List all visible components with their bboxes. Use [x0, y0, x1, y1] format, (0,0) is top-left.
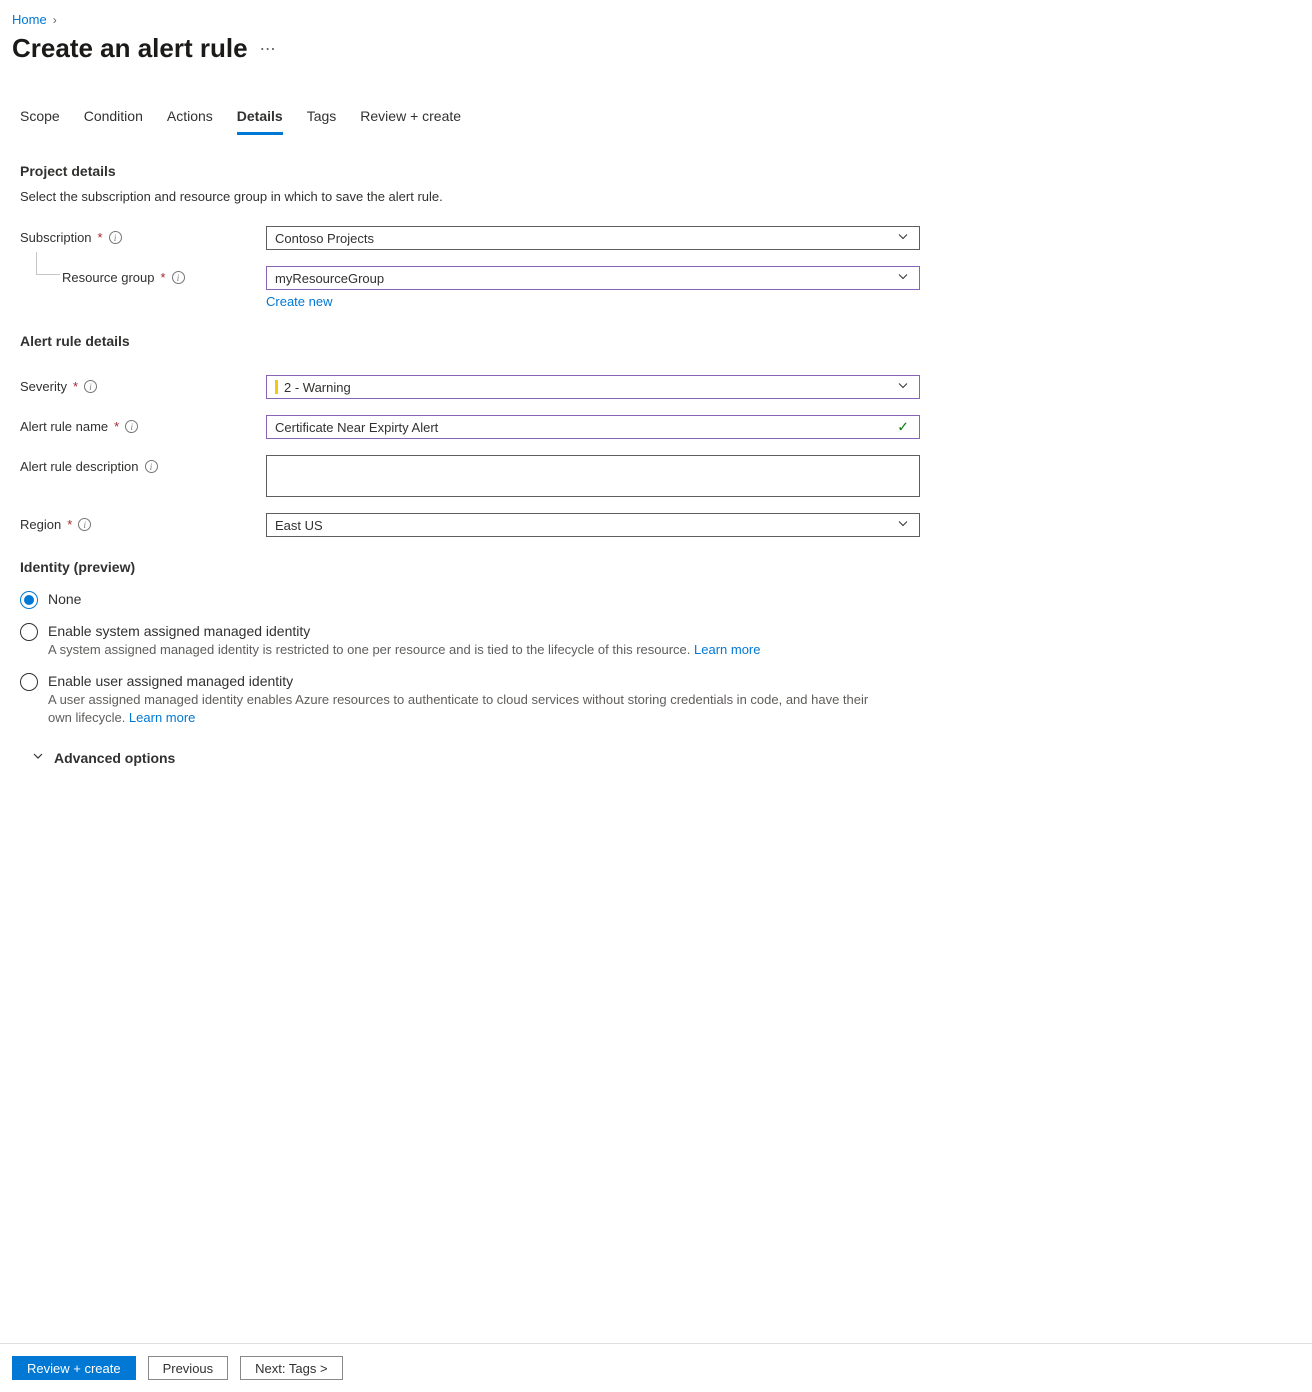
advanced-options-toggle[interactable]: Advanced options — [12, 750, 1292, 766]
subscription-label: Subscription — [20, 230, 92, 245]
severity-color-bar — [275, 380, 278, 394]
next-button[interactable]: Next: Tags > — [240, 1356, 342, 1380]
learn-more-link[interactable]: Learn more — [129, 710, 195, 725]
required-mark: * — [161, 270, 166, 285]
tab-condition[interactable]: Condition — [84, 108, 143, 135]
chevron-down-icon — [897, 380, 909, 395]
region-dropdown[interactable]: East US — [266, 513, 920, 537]
identity-heading: Identity (preview) — [12, 559, 1292, 575]
check-icon: ✓ — [897, 419, 909, 436]
severity-label: Severity — [20, 379, 67, 394]
identity-user-label: Enable user assigned managed identity — [48, 673, 878, 689]
alert-rule-desc-label: Alert rule description — [20, 459, 139, 474]
info-icon[interactable]: i — [78, 518, 91, 531]
more-actions-icon[interactable]: ⋯ — [260, 39, 277, 59]
identity-none-label: None — [48, 591, 81, 607]
identity-system-radio[interactable] — [20, 623, 38, 641]
advanced-options-label: Advanced options — [54, 750, 175, 766]
alert-rule-details-heading: Alert rule details — [12, 333, 1292, 349]
tab-tags[interactable]: Tags — [307, 108, 337, 135]
learn-more-link[interactable]: Learn more — [694, 642, 760, 657]
identity-system-label: Enable system assigned managed identity — [48, 623, 760, 639]
resource-group-value: myResourceGroup — [275, 271, 384, 286]
identity-system-desc: A system assigned managed identity is re… — [48, 641, 760, 659]
alert-rule-name-value: Certificate Near Expirty Alert — [275, 420, 438, 435]
region-value: East US — [275, 518, 323, 533]
chevron-down-icon — [897, 231, 909, 246]
identity-none-radio[interactable] — [20, 591, 38, 609]
breadcrumb-home[interactable]: Home — [12, 12, 47, 27]
info-icon[interactable]: i — [109, 231, 122, 244]
tab-details[interactable]: Details — [237, 108, 283, 135]
resource-group-dropdown[interactable]: myResourceGroup — [266, 266, 920, 290]
resource-group-label: Resource group — [62, 270, 155, 285]
info-icon[interactable]: i — [125, 420, 138, 433]
page-title: Create an alert rule — [12, 33, 248, 64]
breadcrumb: Home › — [12, 12, 1292, 27]
tab-scope[interactable]: Scope — [20, 108, 60, 135]
project-details-heading: Project details — [12, 163, 1292, 179]
tab-bar: Scope Condition Actions Details Tags Rev… — [12, 108, 1292, 135]
footer-bar: Review + create Previous Next: Tags > — [0, 1343, 1312, 1392]
alert-rule-name-input[interactable]: Certificate Near Expirty Alert ✓ — [266, 415, 920, 439]
tab-review[interactable]: Review + create — [360, 108, 461, 135]
chevron-down-icon — [897, 518, 909, 533]
tab-actions[interactable]: Actions — [167, 108, 213, 135]
alert-rule-desc-input[interactable] — [266, 455, 920, 497]
create-new-link[interactable]: Create new — [266, 294, 332, 309]
project-details-desc: Select the subscription and resource gro… — [12, 189, 1292, 204]
chevron-right-icon: › — [53, 13, 57, 27]
info-icon[interactable]: i — [145, 460, 158, 473]
severity-value: 2 - Warning — [284, 380, 351, 395]
required-mark: * — [98, 230, 103, 245]
chevron-down-icon — [32, 750, 44, 765]
required-mark: * — [73, 379, 78, 394]
chevron-down-icon — [897, 271, 909, 286]
alert-rule-name-label: Alert rule name — [20, 419, 108, 434]
identity-user-desc: A user assigned managed identity enables… — [48, 691, 878, 727]
info-icon[interactable]: i — [172, 271, 185, 284]
tree-line — [20, 266, 62, 294]
previous-button[interactable]: Previous — [148, 1356, 229, 1380]
identity-user-radio[interactable] — [20, 673, 38, 691]
region-label: Region — [20, 517, 61, 532]
required-mark: * — [114, 419, 119, 434]
severity-dropdown[interactable]: 2 - Warning — [266, 375, 920, 399]
required-mark: * — [67, 517, 72, 532]
subscription-dropdown[interactable]: Contoso Projects — [266, 226, 920, 250]
review-create-button[interactable]: Review + create — [12, 1356, 136, 1380]
subscription-value: Contoso Projects — [275, 231, 374, 246]
info-icon[interactable]: i — [84, 380, 97, 393]
